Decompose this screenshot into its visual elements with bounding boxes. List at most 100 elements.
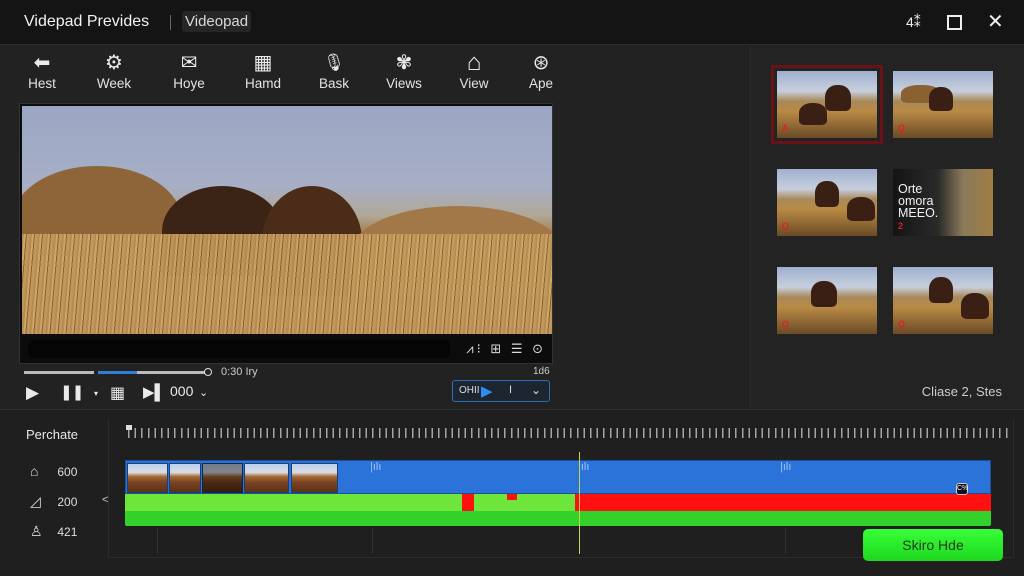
grass-texture bbox=[22, 234, 552, 334]
speed-select[interactable]: 000 bbox=[170, 383, 193, 399]
timeline-stat-row: ⌂ 600 bbox=[30, 463, 77, 479]
house-icon: ⌂ bbox=[30, 463, 39, 479]
toolbar-button-views[interactable]: ✾ Views bbox=[374, 50, 434, 91]
waveform-marker: |ılı bbox=[370, 461, 382, 473]
grid-line bbox=[157, 528, 158, 554]
video-clip[interactable] bbox=[202, 463, 243, 493]
gear-icon: ⚙ bbox=[105, 52, 123, 74]
rock-shape bbox=[799, 103, 827, 125]
volume-slider[interactable] bbox=[24, 371, 94, 374]
microphone-icon: 🎙 bbox=[323, 53, 345, 72]
video-clip[interactable] bbox=[291, 463, 338, 493]
muted-audio-segment[interactable] bbox=[507, 494, 517, 500]
video-track[interactable]: |ılı |ılı |ılı bbox=[125, 460, 991, 494]
next-frame-button[interactable]: ▶▌ bbox=[143, 383, 165, 401]
thumbnail-badge: Q bbox=[898, 319, 906, 329]
audio-track[interactable] bbox=[125, 494, 991, 511]
clip-marker[interactable]: C% bbox=[956, 483, 968, 495]
grid-line bbox=[785, 528, 786, 554]
media-thumbnail[interactable]: Q bbox=[777, 169, 877, 236]
rock-shape bbox=[847, 197, 875, 221]
app-title: Videpad Prevides bbox=[24, 13, 150, 30]
thumbnail-badge: Q bbox=[782, 319, 790, 329]
playback-mode-label: OHII bbox=[459, 385, 480, 396]
grid-board-icon: ▦ bbox=[253, 52, 273, 74]
preview-frame[interactable] bbox=[22, 106, 552, 334]
rock-shape bbox=[811, 281, 837, 307]
video-clip[interactable] bbox=[169, 463, 201, 493]
play-button[interactable]: ▶ bbox=[26, 383, 39, 403]
grid-line bbox=[372, 528, 373, 554]
toolbar-label: Views bbox=[386, 76, 422, 91]
title-bar: Videpad Prevides Videopad 4⁑ ✕ bbox=[0, 0, 1024, 45]
timeline-panel: Perchate ⌂ 600 ◿ 200 ♙ 421 < |ılı |ılı |… bbox=[0, 409, 1024, 576]
grid-view-button[interactable]: ▦ bbox=[110, 383, 125, 403]
stat-value: 600 bbox=[57, 465, 78, 479]
toolbar-button-hamd[interactable]: ▦ Hamd bbox=[233, 50, 293, 91]
chevron-down-icon[interactable]: ⌄ bbox=[531, 383, 541, 397]
frame-counter: 1d6 bbox=[533, 366, 550, 377]
muted-audio-segment[interactable] bbox=[575, 494, 991, 511]
viewer-caption-bar bbox=[28, 340, 450, 358]
toolbar-button-hoye[interactable]: ✉ Hoye bbox=[159, 50, 219, 91]
timeline-title: Perchate bbox=[26, 427, 79, 442]
timecode: 0:30 Iry bbox=[221, 366, 258, 378]
playhead[interactable] bbox=[579, 452, 580, 554]
pause-dropdown-icon[interactable]: ▾ bbox=[94, 389, 98, 398]
timeline-stat-row: ◿ 200 bbox=[30, 493, 77, 510]
media-thumbnail[interactable]: A bbox=[771, 65, 883, 144]
scrubber-progress bbox=[98, 371, 137, 374]
media-panel: A Q Q Orte omora MEEO. 2 Q Q Cliase 2, Ste… bbox=[750, 46, 1024, 408]
maximize-button[interactable] bbox=[947, 15, 962, 30]
toolbar-label: Hoye bbox=[173, 76, 205, 91]
video-clip[interactable] bbox=[127, 463, 168, 493]
toolbar-label: Hest bbox=[28, 76, 56, 91]
effects-track[interactable] bbox=[125, 511, 991, 526]
pause-button[interactable]: ❚❚ bbox=[60, 383, 84, 401]
window-extra-button[interactable]: 4⁑ bbox=[906, 14, 921, 31]
media-thumbnail[interactable]: Q bbox=[893, 71, 993, 138]
skip-hide-button[interactable]: Skiro Hde bbox=[863, 529, 1003, 561]
rock-shape bbox=[961, 293, 989, 319]
toolbar-label: Hamd bbox=[244, 76, 281, 91]
close-button[interactable]: ✕ bbox=[987, 9, 1004, 34]
viewer-tool-icons[interactable]: ⩘⁝ ⊞ ☰ ⊙ bbox=[466, 341, 546, 357]
stat-value: 200 bbox=[57, 495, 78, 509]
scrubber-handle[interactable] bbox=[204, 368, 212, 376]
timeline-stat-row: ♙ 421 bbox=[30, 523, 77, 540]
toolbar-button-view[interactable]: ⌂ View bbox=[444, 49, 504, 92]
project-tab[interactable]: Videopad bbox=[182, 11, 252, 32]
arrow-left-icon: ⬅ bbox=[33, 52, 51, 74]
playback-mode-control[interactable]: OHII ▶ I ⌄ bbox=[452, 380, 550, 402]
home-icon: ⌂ bbox=[466, 49, 482, 76]
timeline-ruler[interactable] bbox=[128, 428, 1010, 438]
toolbar-label: Bask bbox=[318, 76, 349, 91]
rock-shape bbox=[825, 85, 851, 111]
ruler-start-marker[interactable] bbox=[126, 425, 132, 430]
play-icon[interactable]: ▶ bbox=[481, 382, 493, 400]
thumbnail-badge: Q bbox=[898, 123, 906, 133]
toolbar-label: View bbox=[459, 76, 489, 91]
toolbar-button-bask[interactable]: 🎙 Bask bbox=[304, 50, 364, 91]
toolbar-button-week[interactable]: ⚙ Week bbox=[84, 50, 144, 91]
app-circle-icon: ⊛ bbox=[532, 52, 550, 74]
thumbnail-badge: Q bbox=[782, 221, 790, 231]
thumbnail-badge: A bbox=[782, 123, 789, 133]
person-icon: ♙ bbox=[30, 523, 43, 539]
media-thumbnail[interactable]: Q bbox=[777, 267, 877, 334]
rock-shape bbox=[929, 87, 953, 111]
toolbar-button-ape[interactable]: ⊛ Ape bbox=[511, 50, 571, 91]
waveform-marker: |ılı bbox=[780, 461, 792, 473]
media-thumbnail[interactable]: Q bbox=[893, 267, 993, 334]
chart-ramp-icon: ◿ bbox=[30, 493, 41, 509]
video-clip[interactable] bbox=[244, 463, 289, 493]
chevron-down-icon[interactable]: ⌄ bbox=[199, 386, 208, 399]
muted-audio-segment[interactable] bbox=[462, 494, 474, 511]
playback-scrubber[interactable] bbox=[98, 368, 212, 376]
toolbar-button-hest[interactable]: ⬅ Hest bbox=[12, 50, 72, 91]
media-thumbnail-title-card[interactable]: Orte omora MEEO. 2 bbox=[893, 169, 993, 236]
mail-icon: ✉ bbox=[180, 52, 198, 74]
title-separator bbox=[170, 15, 171, 30]
stat-value: 421 bbox=[57, 525, 78, 539]
toolbar-label: Week bbox=[96, 76, 132, 91]
